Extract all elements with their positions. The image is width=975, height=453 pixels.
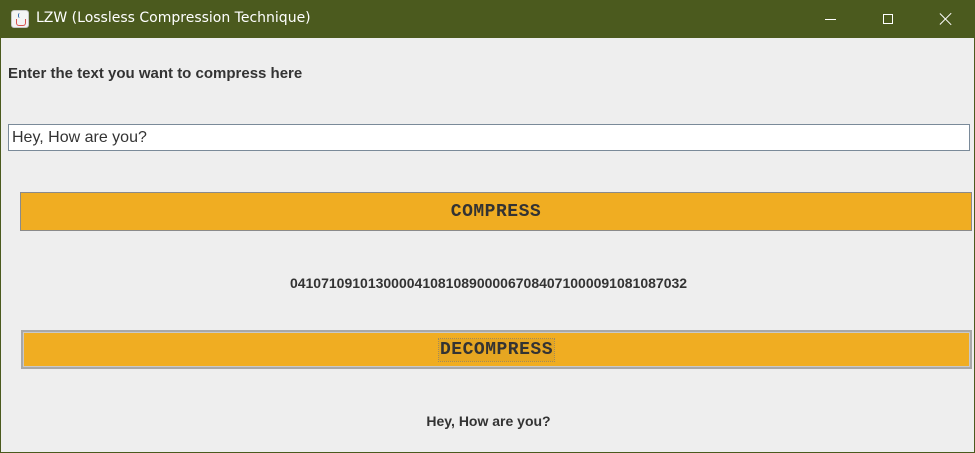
window-title: LZW (Lossless Compression Technique) [36, 10, 311, 26]
compress-button[interactable]: COMPRESS [20, 192, 972, 231]
maximize-button[interactable] [865, 0, 911, 38]
close-button[interactable] [923, 0, 969, 38]
decompress-button-label: DECOMPRESS [437, 337, 556, 362]
compressed-output: 0410710910130000410810890000670840710000… [289, 275, 688, 291]
title-bar[interactable]: LZW (Lossless Compression Technique) [1, 0, 975, 38]
java-cup-icon[interactable] [11, 10, 29, 28]
decompressed-output: Hey, How are you? [426, 413, 551, 429]
decompress-button[interactable]: DECOMPRESS [21, 330, 972, 369]
minimize-icon [824, 18, 836, 20]
close-icon [939, 12, 953, 26]
compress-button-label: COMPRESS [450, 201, 542, 222]
maximize-icon [883, 14, 893, 24]
input-prompt-label: Enter the text you want to compress here [8, 65, 303, 82]
text-to-compress-input[interactable] [8, 124, 970, 151]
minimize-button[interactable] [807, 0, 853, 38]
app-window: LZW (Lossless Compression Technique) Ent… [0, 0, 975, 453]
